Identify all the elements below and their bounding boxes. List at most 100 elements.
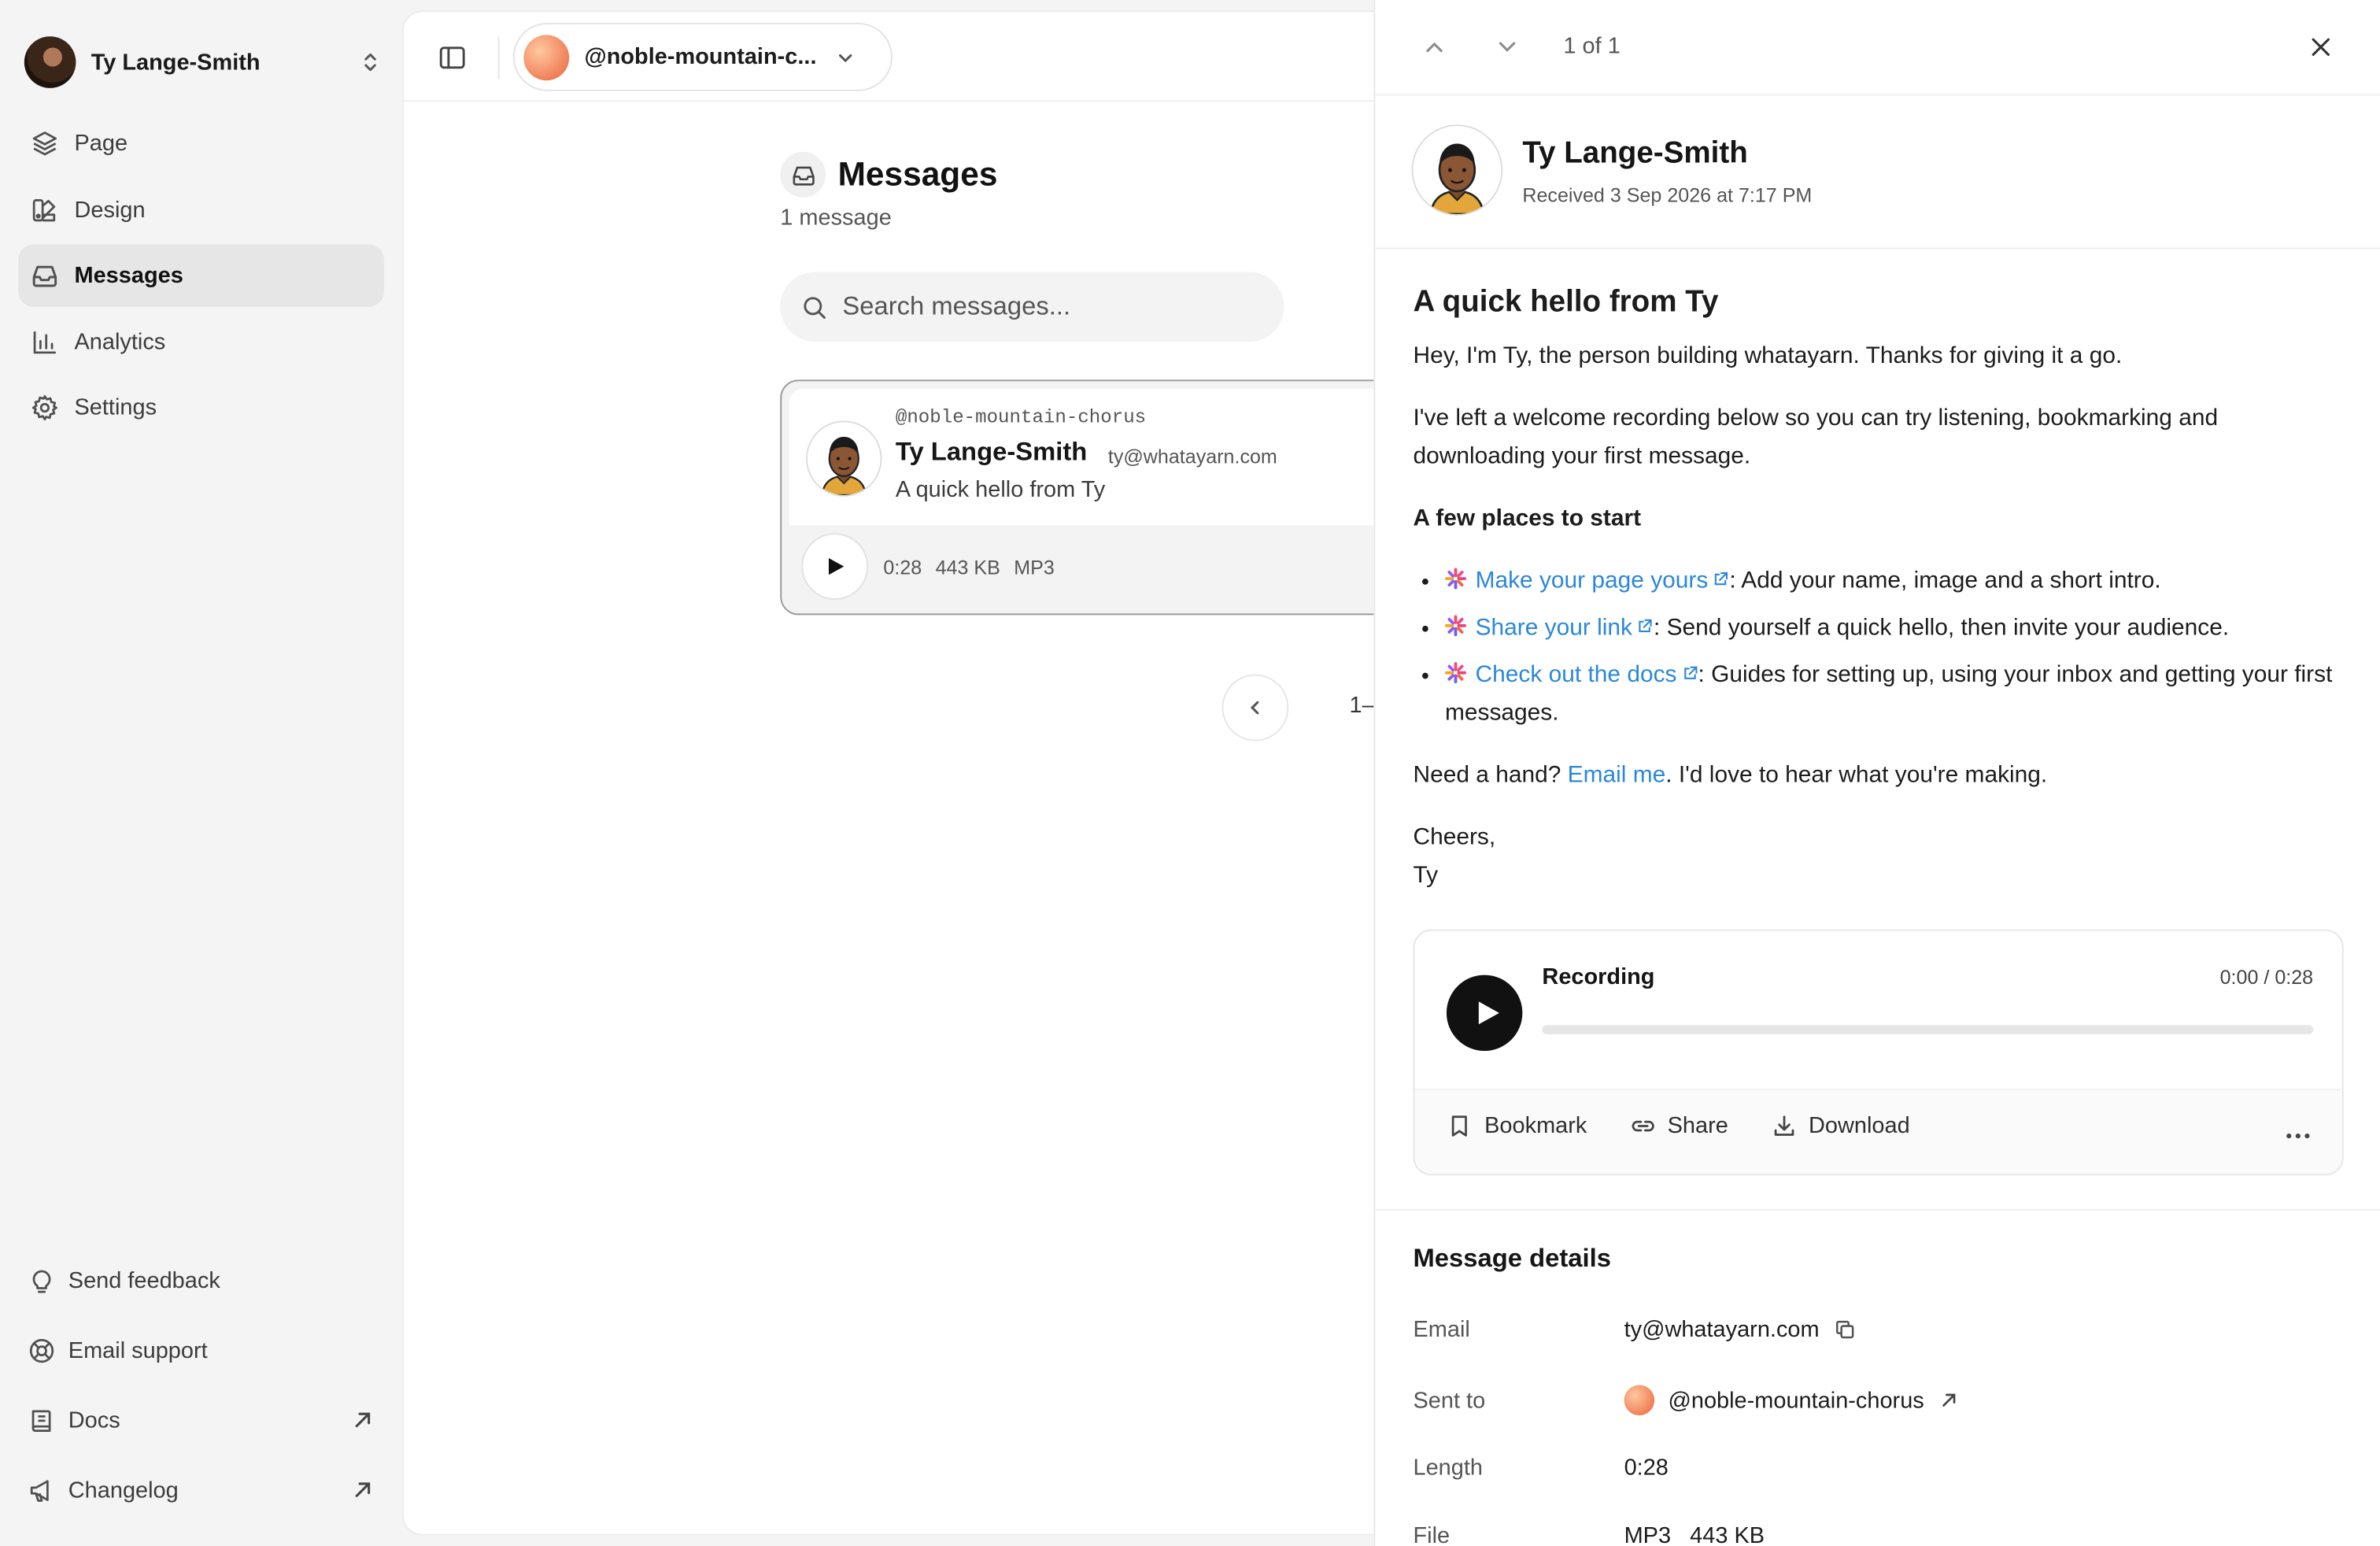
search-box — [780, 272, 1284, 342]
detail-label: Length — [1413, 1455, 1484, 1481]
docs-link[interactable]: Docs — [24, 1385, 382, 1455]
close-icon[interactable] — [2305, 32, 2336, 63]
list-item-text: : Add your name, image and a short intro… — [1729, 568, 2161, 594]
docs-link[interactable]: Check out the docs — [1476, 662, 1698, 688]
nav-item-page[interactable]: Page — [18, 113, 384, 175]
player-actions: Bookmark Share Download — [1414, 1089, 2342, 1174]
download-label: Download — [1809, 1113, 1910, 1139]
paragraph: Hey, I'm Ty, the person building whataya… — [1413, 343, 2123, 369]
message-body: A quick hello from Ty Hey, I'm Ty, the p… — [1413, 283, 2354, 919]
nav-item-design[interactable]: Design — [18, 179, 384, 241]
nav-item-label: Messages — [74, 262, 183, 289]
profile-handle: @noble-mountain-c... — [584, 43, 817, 70]
external-arrow-icon — [1942, 1393, 1955, 1407]
pager-prev-button[interactable] — [1221, 674, 1289, 742]
paragraph: I've left a welcome recording below so y… — [1413, 405, 2219, 470]
message-card-header: @noble-mountain-chorus Ty Lange-Smith ty… — [789, 388, 1406, 526]
nav-item-messages[interactable]: Messages — [18, 244, 384, 307]
audio-duration: 0:28 — [883, 556, 922, 579]
chevron-down-icon[interactable] — [1492, 32, 1523, 63]
page-header: Messages — [780, 151, 998, 198]
changelog-label: Changelog — [68, 1477, 179, 1503]
main-nav: Page Design Messages Analytics Settings — [18, 113, 384, 443]
section-heading: A few places to start — [1413, 505, 1642, 532]
share-link-link[interactable]: Share your link — [1476, 615, 1654, 641]
hand-suffix: . I'd love to hear what you're making. — [1665, 762, 2048, 789]
nav-item-analytics[interactable]: Analytics — [18, 311, 384, 373]
chevron-up-icon[interactable] — [1419, 32, 1450, 63]
email-support-label: Email support — [68, 1337, 208, 1363]
audio-format: MP3 — [1014, 556, 1055, 579]
download-button[interactable]: Download — [1771, 1113, 1910, 1139]
email-support-link[interactable]: Email support — [24, 1315, 382, 1385]
list-item: Make your page yours : Add your name, ima… — [1444, 562, 2354, 600]
changelog-link[interactable]: Changelog — [24, 1455, 382, 1525]
message-detail-panel: 1 of 1 Ty Lange-Smith Received 3 Sep 202… — [1373, 0, 2380, 1546]
link-label: Share your link — [1475, 615, 1632, 642]
nav-item-settings[interactable]: Settings — [18, 376, 384, 438]
make-page-link[interactable]: Make your page yours — [1476, 568, 1730, 594]
divider — [497, 36, 500, 80]
detail-row-sent-to: Sent to @noble-mountain-chorus — [1413, 1385, 2354, 1416]
page-title: Messages — [837, 154, 998, 194]
bar-chart-icon — [33, 330, 57, 353]
sender-name: Ty Lange-Smith — [895, 437, 1088, 467]
send-feedback-link[interactable]: Send feedback — [24, 1245, 382, 1315]
received-timestamp: Received 3 Sep 2026 at 7:17 PM — [1522, 183, 1813, 207]
file-value: MP3 443 KB — [1624, 1523, 1765, 1546]
play-button[interactable] — [801, 533, 869, 601]
sidebar-toggle-icon[interactable] — [437, 43, 468, 73]
detail-row-length: Length 0:28 — [1413, 1455, 2354, 1481]
share-button[interactable]: Share — [1629, 1113, 1728, 1139]
detail-row-file: File MP3 443 KB — [1413, 1523, 2354, 1546]
cartoon-avatar-icon — [807, 422, 881, 495]
message-card[interactable]: @noble-mountain-chorus Ty Lange-Smith ty… — [780, 379, 1406, 616]
palette-icon — [32, 198, 56, 221]
inbox-icon — [792, 165, 814, 185]
total-time: 0:28 — [2275, 966, 2314, 989]
sent-to-link[interactable]: @noble-mountain-chorus — [1624, 1385, 1958, 1416]
share-label: Share — [1667, 1113, 1728, 1139]
nav-item-label: Page — [74, 130, 128, 157]
account-switcher[interactable]: Ty Lange-Smith — [24, 35, 382, 89]
inbox-badge — [780, 151, 826, 198]
send-feedback-label: Send feedback — [68, 1267, 220, 1293]
sender-name: Ty Lange-Smith — [1522, 136, 1748, 171]
external-link-icon — [1715, 571, 1728, 586]
message-subject: A quick hello from Ty — [1413, 285, 1719, 320]
search-icon — [804, 296, 826, 318]
panel-toolbar: 1 of 1 — [1375, 0, 2380, 96]
search-input[interactable] — [842, 291, 1253, 323]
bookmark-button[interactable]: Bookmark — [1447, 1113, 1587, 1139]
play-button[interactable] — [1446, 975, 1523, 1052]
sparkle-icon — [1444, 662, 1466, 684]
nav-item-label: Design — [74, 196, 146, 223]
audio-player: Recording 0:00 / 0:28 Bookmark Share Dow… — [1413, 929, 2344, 1176]
link-label: Make your page yours — [1475, 568, 1709, 594]
link-icon — [1631, 1120, 1654, 1132]
list-item: Share your link: Send yourself a quick h… — [1444, 609, 2354, 647]
detail-row-email: Email ty@whatayarn.com — [1413, 1317, 2354, 1342]
recording-label: Recording — [1542, 964, 1655, 990]
cartoon-avatar-icon — [1413, 126, 1502, 215]
message-handle: @noble-mountain-chorus — [895, 407, 1147, 429]
profile-switcher[interactable]: @noble-mountain-c... — [512, 22, 893, 91]
email-me-link[interactable]: Email me — [1568, 762, 1666, 788]
sparkle-icon — [1444, 568, 1466, 590]
book-icon — [31, 1409, 51, 1432]
list-item: Check out the docs: Guides for setting u… — [1444, 656, 2354, 731]
nav-item-label: Settings — [74, 394, 157, 421]
more-options-icon[interactable] — [2283, 1121, 2314, 1152]
progress-bar[interactable] — [1542, 1025, 2314, 1034]
external-arrow-icon — [355, 1412, 371, 1428]
signoff-text: Cheers, — [1413, 824, 1496, 851]
lifebuoy-icon — [29, 1338, 54, 1363]
copy-icon[interactable] — [1833, 1319, 1856, 1341]
divider — [1375, 1208, 2380, 1211]
external-link-icon — [1683, 666, 1697, 679]
external-arrow-icon — [355, 1482, 371, 1497]
detail-label: Sent to — [1413, 1387, 1486, 1414]
message-subject: A quick hello from Ty — [895, 476, 1106, 503]
link-label: Check out the docs — [1475, 662, 1677, 688]
chevron-left-icon — [1250, 701, 1259, 715]
